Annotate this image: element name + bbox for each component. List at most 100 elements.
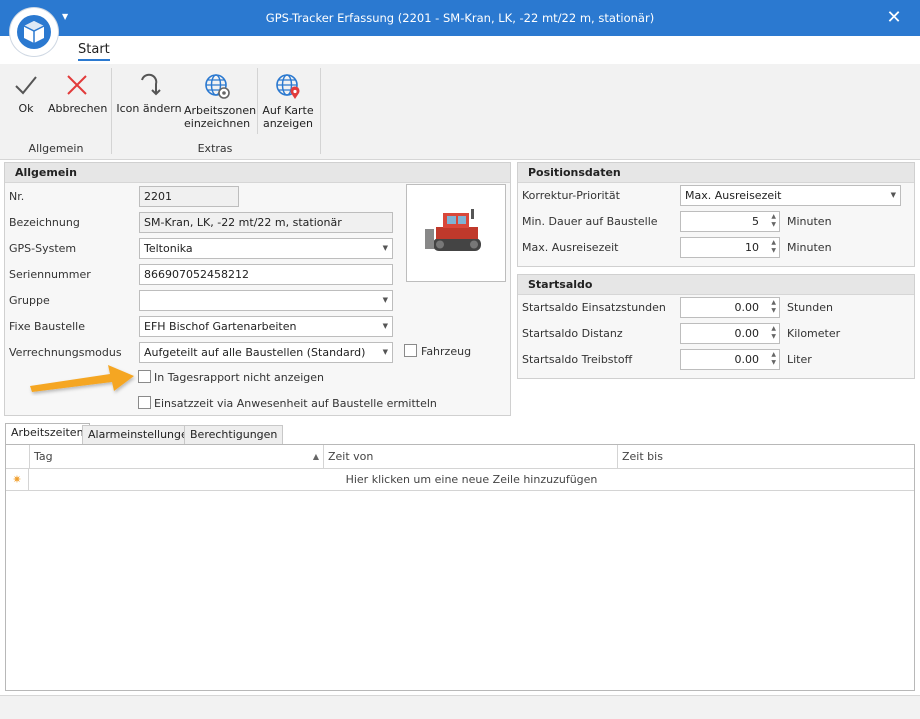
spin-arrows-icon[interactable]: ▲ ▼ — [771, 351, 776, 367]
app-logo[interactable] — [10, 8, 58, 56]
min-duration-label: Min. Dauer auf Baustelle — [522, 215, 658, 228]
billing-label: Verrechnungsmodus — [9, 346, 122, 359]
spin-arrows-icon[interactable]: ▲ ▼ — [771, 325, 776, 341]
hide-report-checkbox[interactable] — [138, 370, 151, 383]
sort-ascending-icon: ▲ — [312, 452, 319, 461]
globe-pin-icon — [276, 74, 300, 99]
ribbon-separator — [111, 68, 112, 154]
group-select[interactable]: ▼ — [139, 290, 393, 311]
chevron-down-icon: ▼ — [382, 322, 388, 330]
max-travel-label: Max. Ausreisezeit — [522, 241, 619, 254]
hours-label: Startsaldo Einsatzstunden — [522, 301, 666, 314]
spin-arrows-icon[interactable]: ▲ ▼ — [771, 213, 776, 229]
billing-value: Aufgeteilt auf alle Baustellen (Standard… — [144, 346, 366, 359]
work-zones-button[interactable]: Arbeitszonen einzeichnen — [184, 72, 256, 130]
fuel-value: 0.00 — [734, 353, 760, 366]
min-duration-value: 5 — [752, 215, 759, 228]
position-panel-header: Positionsdaten — [518, 163, 914, 183]
tab-alarm-settings[interactable]: Alarmeinstellungen — [82, 425, 201, 445]
cancel-button[interactable]: Abbrechen — [48, 72, 108, 115]
designation-label: Bezeichnung — [9, 216, 80, 229]
distance-unit: Kilometer — [787, 327, 841, 340]
hours-unit: Stunden — [787, 301, 833, 314]
checkmark-icon — [15, 76, 37, 95]
min-duration-unit: Minuten — [787, 215, 832, 228]
globe-gear-icon — [205, 74, 230, 99]
gps-system-value: Teltonika — [144, 242, 193, 255]
work-times-grid: Tag ▲ Zeit von Zeit bis ✷ Hier klicken u… — [5, 444, 915, 691]
site-value: EFH Bischof Gartenarbeiten — [144, 320, 297, 333]
start-balance-panel-header: Startsaldo — [518, 275, 914, 295]
fuel-label: Startsaldo Treibstoff — [522, 353, 633, 366]
tab-work-times[interactable]: Arbeitszeiten — [5, 423, 90, 445]
cancel-x-icon — [67, 75, 87, 95]
ok-button[interactable]: Ok — [6, 72, 46, 115]
distance-stepper[interactable]: 0.00 ▲ ▼ — [680, 323, 780, 344]
tab-permissions[interactable]: Berechtigungen — [184, 425, 284, 445]
grid-header: Tag ▲ Zeit von Zeit bis — [6, 445, 914, 469]
min-duration-stepper[interactable]: 5 ▲ ▼ — [680, 211, 780, 232]
chevron-down-icon: ▼ — [382, 296, 388, 304]
designation-field[interactable]: SM-Kran, LK, -22 mt/22 m, stationär — [139, 212, 393, 233]
gps-system-select[interactable]: Teltonika ▼ — [139, 238, 393, 259]
max-travel-value: 10 — [745, 241, 759, 254]
ribbon-separator — [257, 68, 258, 134]
site-select[interactable]: EFH Bischof Gartenarbeiten ▼ — [139, 316, 393, 337]
chevron-down-icon: ▼ — [382, 348, 388, 356]
nr-field[interactable]: 2201 — [139, 186, 239, 207]
quick-access-dropdown-icon[interactable]: ▼ — [62, 12, 68, 21]
fuel-unit: Liter — [787, 353, 812, 366]
chevron-down-icon: ▼ — [382, 244, 388, 252]
ok-label: Ok — [18, 102, 34, 115]
priority-value: Max. Ausreisezeit — [685, 189, 782, 202]
max-travel-unit: Minuten — [787, 241, 832, 254]
group-label: Gruppe — [9, 294, 50, 307]
new-row-hint: Hier klicken um eine neue Zeile hinzuzuf… — [345, 473, 598, 486]
billing-select[interactable]: Aufgeteilt auf alle Baustellen (Standard… — [139, 342, 393, 363]
spin-arrows-icon[interactable]: ▲ ▼ — [771, 239, 776, 255]
cancel-label: Abbrechen — [48, 102, 108, 115]
hide-report-label: In Tagesrapport nicht anzeigen — [154, 371, 325, 384]
cube-icon — [17, 15, 51, 49]
site-label: Fixe Baustelle — [9, 320, 85, 333]
priority-select[interactable]: Max. Ausreisezeit ▼ — [680, 185, 901, 206]
work-zones-label: Arbeitszonen einzeichnen — [184, 104, 257, 130]
chevron-down-icon: ▼ — [890, 191, 896, 199]
attendance-checkbox[interactable] — [138, 396, 151, 409]
bulldozer-icon — [425, 209, 481, 251]
gps-system-label: GPS-System — [9, 242, 77, 255]
serial-field[interactable]: 866907052458212 — [139, 264, 393, 285]
spin-arrows-icon[interactable]: ▲ ▼ — [771, 299, 776, 315]
max-travel-stepper[interactable]: 10 ▲ ▼ — [680, 237, 780, 258]
priority-label: Korrektur-Priorität — [522, 189, 620, 202]
vehicle-checkbox-label: Fahrzeug — [421, 345, 472, 358]
serial-label: Seriennummer — [9, 268, 91, 281]
close-icon[interactable]: ✕ — [882, 6, 906, 30]
fuel-stepper[interactable]: 0.00 ▲ ▼ — [680, 349, 780, 370]
column-header-day-label: Tag — [34, 450, 53, 463]
ribbon-tab-strip — [0, 36, 920, 64]
show-on-map-label: Auf Karte anzeigen — [262, 104, 314, 130]
redo-arrow-icon — [141, 73, 161, 96]
column-header-time-from[interactable]: Zeit von — [323, 445, 617, 469]
orange-arrow-annotation — [30, 365, 134, 392]
change-icon-label: Icon ändern — [116, 102, 182, 115]
change-icon-button[interactable]: Icon ändern — [116, 72, 182, 115]
column-header-day[interactable]: Tag ▲ — [29, 445, 325, 469]
nr-label: Nr. — [9, 190, 25, 203]
group-label-extras: Extras — [197, 142, 233, 155]
vehicle-image[interactable] — [406, 184, 506, 282]
hours-stepper[interactable]: 0.00 ▲ ▼ — [680, 297, 780, 318]
general-panel-header: Allgemein — [5, 163, 510, 183]
attendance-label: Einsatzzeit via Anwesenheit auf Baustell… — [154, 397, 437, 410]
group-label-general: Allgemein — [28, 142, 84, 155]
vehicle-checkbox[interactable] — [404, 344, 417, 357]
show-on-map-button[interactable]: Auf Karte anzeigen — [260, 72, 316, 130]
tab-start[interactable]: Start — [78, 42, 110, 61]
column-header-time-to[interactable]: Zeit bis — [617, 445, 914, 469]
window-title: GPS-Tracker Erfassung (2201 - SM-Kran, L… — [265, 11, 655, 25]
distance-value: 0.00 — [734, 327, 760, 340]
new-row[interactable]: ✷ Hier klicken um eine neue Zeile hinzuz… — [6, 469, 914, 491]
hours-value: 0.00 — [734, 301, 760, 314]
ribbon-separator — [320, 68, 321, 154]
